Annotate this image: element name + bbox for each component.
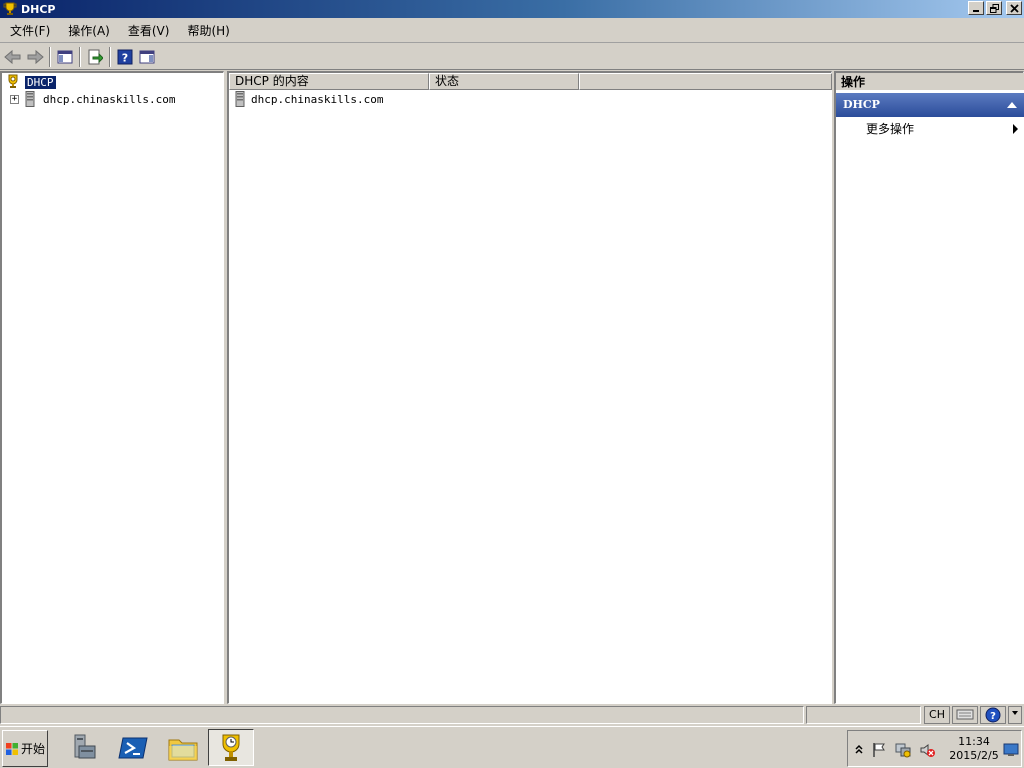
back-icon: [4, 49, 21, 64]
menu-help[interactable]: 帮助(H): [179, 21, 237, 41]
tree-node-server[interactable]: + dhcp.chinaskills.com: [10, 91, 175, 107]
actions-header: 操作: [836, 73, 1024, 91]
minimize-button[interactable]: [968, 1, 984, 15]
status-segment-secondary: [806, 706, 921, 724]
back-button[interactable]: [2, 46, 24, 68]
help-circle-icon: ?: [985, 707, 1001, 723]
menu-action[interactable]: 操作(A): [60, 21, 118, 41]
taskbar-dhcp[interactable]: [208, 729, 254, 766]
toolbar-separator: [109, 46, 111, 67]
taskbar-powershell[interactable]: [110, 729, 156, 766]
toolbar: ?: [0, 44, 1024, 70]
column-header-contents[interactable]: DHCP 的内容: [229, 73, 429, 90]
restore-button[interactable]: [986, 1, 1002, 15]
show-hide-action-button[interactable]: [136, 46, 158, 68]
svg-text:?: ?: [990, 711, 996, 722]
dhcp-trophy-icon: [2, 1, 18, 17]
menu-file[interactable]: 文件(F): [2, 21, 58, 41]
taskbar-explorer[interactable]: [160, 729, 206, 766]
title-bar: DHCP: [0, 0, 1024, 18]
clock-date: 2015/2/5: [949, 749, 999, 762]
collapse-up-icon[interactable]: [1007, 102, 1017, 108]
column-header-status[interactable]: 状态: [429, 73, 579, 90]
keyboard-button[interactable]: [952, 706, 978, 724]
server-manager-icon: [74, 734, 96, 758]
expand-toggle[interactable]: +: [10, 94, 19, 104]
system-tray: 11:34 2015/2/5: [847, 730, 1022, 767]
volume-muted-icon: [920, 744, 935, 757]
ime-options-button[interactable]: [1008, 706, 1022, 724]
close-icon: [1009, 3, 1019, 13]
list-header: DHCP 的内容 状态: [229, 73, 832, 90]
menu-view[interactable]: 查看(V): [120, 21, 178, 41]
explorer-folder-icon: [168, 739, 198, 760]
clock[interactable]: 11:34 2015/2/5: [944, 735, 1004, 763]
taskbar: 开始 11:34 2015/2/5: [0, 726, 1024, 768]
chevron-down-icon: [1012, 711, 1018, 715]
network-button[interactable]: [894, 741, 912, 759]
show-hide-tree-icon: [57, 50, 73, 63]
actions-section-dhcp[interactable]: DHCP: [836, 93, 1024, 117]
clock-time: 11:34: [958, 735, 990, 748]
dhcp-trophy-icon: [222, 734, 240, 761]
server-icon: [25, 91, 35, 107]
dhcp-trophy-icon: [8, 74, 18, 88]
language-button[interactable]: CH: [924, 706, 950, 724]
tree-node-dhcp[interactable]: DHCP: [5, 74, 56, 90]
window-title: DHCP: [21, 2, 56, 16]
toolbar-separator: [49, 46, 51, 67]
show-desktop-button[interactable]: [1002, 741, 1020, 759]
show-hidden-icons-button[interactable]: [850, 741, 868, 759]
column-header-empty[interactable]: [579, 73, 832, 90]
help-icon: ?: [117, 49, 133, 64]
start-label: 开始: [20, 742, 45, 756]
server-icon: [235, 91, 245, 107]
actions-section-title: DHCP: [843, 98, 880, 111]
forward-icon: [27, 49, 44, 64]
action-more-actions[interactable]: 更多操作: [866, 120, 1018, 138]
start-button[interactable]: 开始: [2, 730, 48, 767]
results-pane: DHCP 的内容 状态 dhcp.chinaskills.com: [227, 71, 832, 704]
flag-icon: [873, 743, 885, 757]
forward-button[interactable]: [24, 46, 46, 68]
tree-child-label: dhcp.chinaskills.com: [43, 92, 176, 106]
volume-button[interactable]: [918, 741, 936, 759]
powershell-icon: [118, 737, 148, 758]
minimize-icon: [973, 10, 979, 12]
keyboard-icon: [956, 709, 974, 720]
action-more-label: 更多操作: [866, 122, 915, 136]
submenu-arrow-icon: [1013, 124, 1018, 134]
svg-text:?: ?: [122, 51, 128, 64]
help-ime-button[interactable]: ?: [980, 706, 1006, 724]
windows-logo-icon: [5, 742, 18, 755]
chevron-up-icon: [855, 744, 863, 754]
status-segment-main: [0, 706, 804, 724]
help-button[interactable]: ?: [114, 46, 136, 68]
action-center-button[interactable]: [870, 741, 888, 759]
menu-bar: 文件(F) 操作(A) 查看(V) 帮助(H): [0, 19, 1024, 43]
network-icon: [895, 743, 911, 758]
console-tree: DHCP + dhcp.chinaskills.com: [0, 71, 224, 704]
export-list-button[interactable]: [84, 46, 106, 68]
export-icon: [88, 49, 103, 64]
close-button[interactable]: [1006, 1, 1022, 15]
desktop-icon: [1003, 743, 1019, 756]
actions-pane: 操作 DHCP 更多操作: [834, 71, 1024, 704]
toolbar-separator: [79, 46, 81, 67]
status-bar: CH ?: [0, 705, 1024, 725]
list-item-name: dhcp.chinaskills.com: [251, 92, 384, 106]
list-item[interactable]: dhcp.chinaskills.com: [235, 91, 383, 107]
show-hide-tree-button[interactable]: [54, 46, 76, 68]
taskbar-server-manager[interactable]: [60, 729, 106, 766]
show-hide-action-icon: [139, 50, 155, 63]
tree-root-label: DHCP: [25, 75, 56, 89]
restore-icon: [989, 3, 999, 13]
